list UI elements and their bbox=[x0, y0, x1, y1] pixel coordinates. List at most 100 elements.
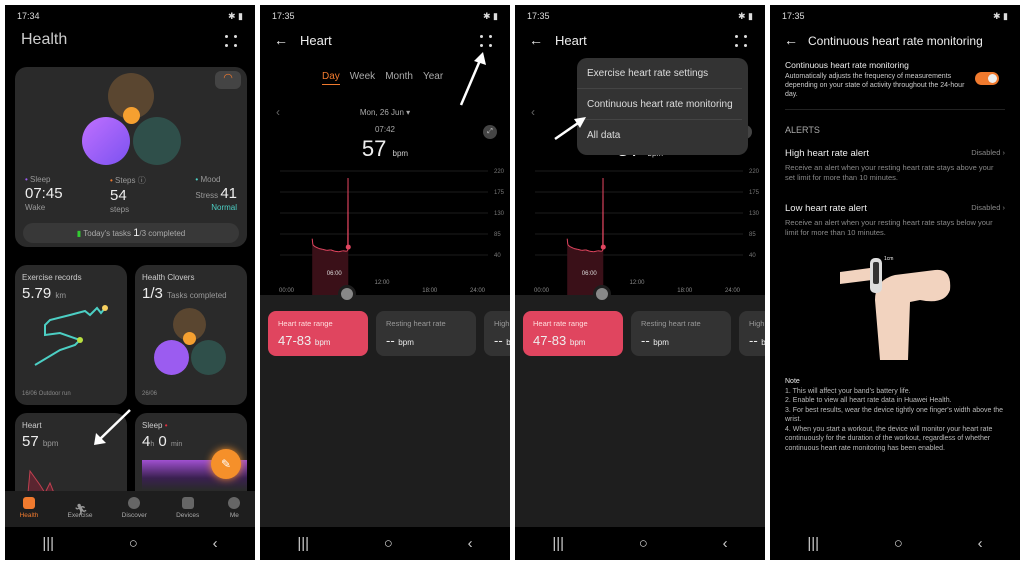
recents-button[interactable]: ||| bbox=[42, 535, 54, 552]
tasks-label: Today's tasks bbox=[83, 229, 132, 238]
series-segment bbox=[566, 238, 569, 245]
home-button[interactable]: ○ bbox=[384, 535, 393, 552]
status-time: 17:34 bbox=[17, 11, 40, 21]
card-title: High bbox=[749, 319, 765, 328]
notes: Note 1. This will affect your band's bat… bbox=[785, 377, 1005, 453]
back-button[interactable]: ‹ bbox=[723, 535, 728, 552]
sleep-stat[interactable]: • Sleep 07:45 Wake bbox=[25, 175, 63, 212]
sleep-card-title: Sleep bbox=[142, 421, 163, 430]
health-summary-card[interactable]: ◠ • Sleep 07:45 Wake • Steps ⓘ 54 steps … bbox=[15, 67, 247, 247]
x-tick-label: 00:00 bbox=[534, 288, 550, 294]
setting-desc: Automatically adjusts the frequency of m… bbox=[785, 73, 965, 98]
mood-clover-icon bbox=[133, 117, 181, 165]
high-heart-rate-card[interactable]: High -- bp bbox=[739, 311, 765, 356]
menu-item-all-data[interactable]: All data bbox=[577, 120, 742, 151]
home-button[interactable]: ○ bbox=[639, 535, 648, 552]
nav-label: Exercise bbox=[67, 512, 93, 519]
timeline-slider-handle[interactable] bbox=[338, 285, 356, 303]
high-heart-rate-card[interactable]: High -- bp bbox=[484, 311, 510, 356]
home-button[interactable]: ○ bbox=[129, 535, 138, 552]
stress-value: 41 bbox=[220, 185, 237, 202]
clover-progress-icon bbox=[183, 332, 196, 345]
status-icons: ✱ ▮ bbox=[993, 11, 1008, 21]
mood-label: Mood bbox=[200, 175, 221, 184]
heart-rate-range-card[interactable]: Heart rate range 47-83 bpm bbox=[523, 311, 623, 356]
recents-button[interactable]: ||| bbox=[297, 535, 309, 552]
y-tick-label: 220 bbox=[494, 169, 505, 175]
high-heart-rate-alert[interactable]: High heart rate alert Disabled › Receive … bbox=[785, 148, 1005, 183]
x-tick-label: 24:00 bbox=[470, 288, 486, 294]
rings-icon[interactable]: ◠ bbox=[215, 71, 241, 89]
record-fab-icon[interactable]: ✎ bbox=[211, 449, 241, 479]
low-heart-rate-alert[interactable]: Low heart rate alert Disabled › Receive a… bbox=[785, 203, 1005, 238]
cursor-time-label: 06:00 bbox=[327, 271, 343, 277]
y-tick-label: 130 bbox=[494, 211, 505, 217]
back-button[interactable]: ‹ bbox=[978, 535, 983, 552]
card-unit: bpm bbox=[569, 338, 586, 347]
exercise-title: Exercise records bbox=[22, 273, 82, 282]
menu-item-continuous-heart-rate-monitoring[interactable]: Continuous heart rate monitoring bbox=[577, 89, 742, 120]
exercise-records-card[interactable]: Exercise records 5.79 km 16/06 Outdoor r… bbox=[15, 265, 127, 405]
steps-stat[interactable]: • Steps ⓘ 54 steps bbox=[110, 175, 146, 214]
resting-heart-rate-card[interactable]: Resting heart rate -- bpm bbox=[376, 311, 476, 356]
alert-status: Disabled bbox=[971, 203, 1001, 212]
card-title: Resting heart rate bbox=[641, 319, 701, 328]
nav-me[interactable]: Me bbox=[228, 491, 241, 527]
alert-desc: Receive an alert when your resting heart… bbox=[785, 163, 994, 182]
nav-devices[interactable]: Devices bbox=[176, 491, 199, 527]
cursor-time-label: 06:00 bbox=[582, 271, 598, 277]
timeline-slider-handle[interactable] bbox=[593, 285, 611, 303]
card-value: -- bbox=[386, 333, 395, 348]
continuous-monitoring-toggle[interactable] bbox=[975, 72, 999, 85]
nav-label: Devices bbox=[176, 512, 200, 519]
heart-rate-range-card[interactable]: Heart rate range 47-83 bpm bbox=[268, 311, 368, 356]
back-arrow-icon[interactable]: ← bbox=[784, 32, 798, 48]
annotation-arrow bbox=[554, 117, 586, 141]
sleep-minutes: 0 bbox=[158, 433, 167, 450]
nav-label: Me bbox=[229, 512, 239, 519]
todays-tasks-pill[interactable]: ▮ Today's tasks 1/3 completed bbox=[23, 223, 239, 243]
system-nav: ||| ○ ‹ bbox=[260, 527, 510, 560]
back-button[interactable]: ‹ bbox=[213, 535, 218, 552]
card-unit: bpm bbox=[653, 338, 669, 347]
nav-label: Health bbox=[19, 512, 39, 519]
card-unit: bp bbox=[506, 338, 510, 347]
info-icon[interactable]: ⓘ bbox=[138, 176, 146, 185]
recents-button[interactable]: ||| bbox=[807, 535, 819, 552]
more-grid-icon[interactable] bbox=[225, 35, 237, 47]
note-item: 2. Enable to view all heart rate data in… bbox=[785, 397, 952, 404]
current-point bbox=[600, 244, 606, 250]
heart-value: 57 bbox=[22, 433, 39, 450]
heart-icon bbox=[22, 497, 35, 509]
sleep-card[interactable]: Sleep • 4h 0 min ✎ bbox=[135, 413, 247, 503]
stress-label: Stress bbox=[195, 191, 219, 200]
card-unit: bpm bbox=[398, 338, 414, 347]
series-area bbox=[567, 178, 604, 295]
card-title: Heart rate range bbox=[533, 319, 588, 328]
card-title: Resting heart rate bbox=[386, 319, 446, 328]
y-tick-label: 40 bbox=[494, 253, 501, 259]
phone-heart-menu: 17:35✱ ▮ ← Heart DayWeekMonthYear ‹ Mon,… bbox=[515, 5, 765, 560]
continuous-monitoring-setting[interactable]: Continuous heart rate monitoring Automat… bbox=[785, 60, 965, 99]
card-value: -- bbox=[749, 333, 758, 348]
x-tick-label: 18:00 bbox=[677, 288, 693, 294]
system-nav: ||| ○ ‹ bbox=[5, 527, 255, 560]
annotation-arrow bbox=[459, 52, 486, 106]
home-button[interactable]: ○ bbox=[894, 535, 903, 552]
recents-button[interactable]: ||| bbox=[552, 535, 564, 552]
back-button[interactable]: ‹ bbox=[468, 535, 473, 552]
mood-stat[interactable]: • Mood Stress 41 Normal bbox=[195, 175, 237, 212]
exercise-footer: 16/06 Outdoor run bbox=[22, 391, 71, 397]
steps-progress-icon bbox=[123, 107, 140, 124]
nav-exercise[interactable]: 🏃︎ Exercise bbox=[68, 491, 93, 527]
alert-title: Low heart rate alert bbox=[785, 203, 867, 214]
x-tick-label: 18:00 bbox=[422, 288, 438, 294]
nav-health[interactable]: Health bbox=[19, 491, 39, 527]
nav-discover[interactable]: Discover bbox=[122, 491, 147, 527]
health-clovers-card[interactable]: Health Clovers 1/3 Tasks completed 26/06 bbox=[135, 265, 247, 405]
page-title: Continuous heart rate monitoring bbox=[808, 34, 983, 48]
alert-status: Disabled bbox=[971, 148, 1001, 157]
bottom-nav: Health 🏃︎ Exercise Discover Devices Me bbox=[5, 491, 255, 527]
resting-heart-rate-card[interactable]: Resting heart rate -- bpm bbox=[631, 311, 731, 356]
menu-item-exercise-heart-rate-settings[interactable]: Exercise heart rate settings bbox=[577, 58, 742, 89]
